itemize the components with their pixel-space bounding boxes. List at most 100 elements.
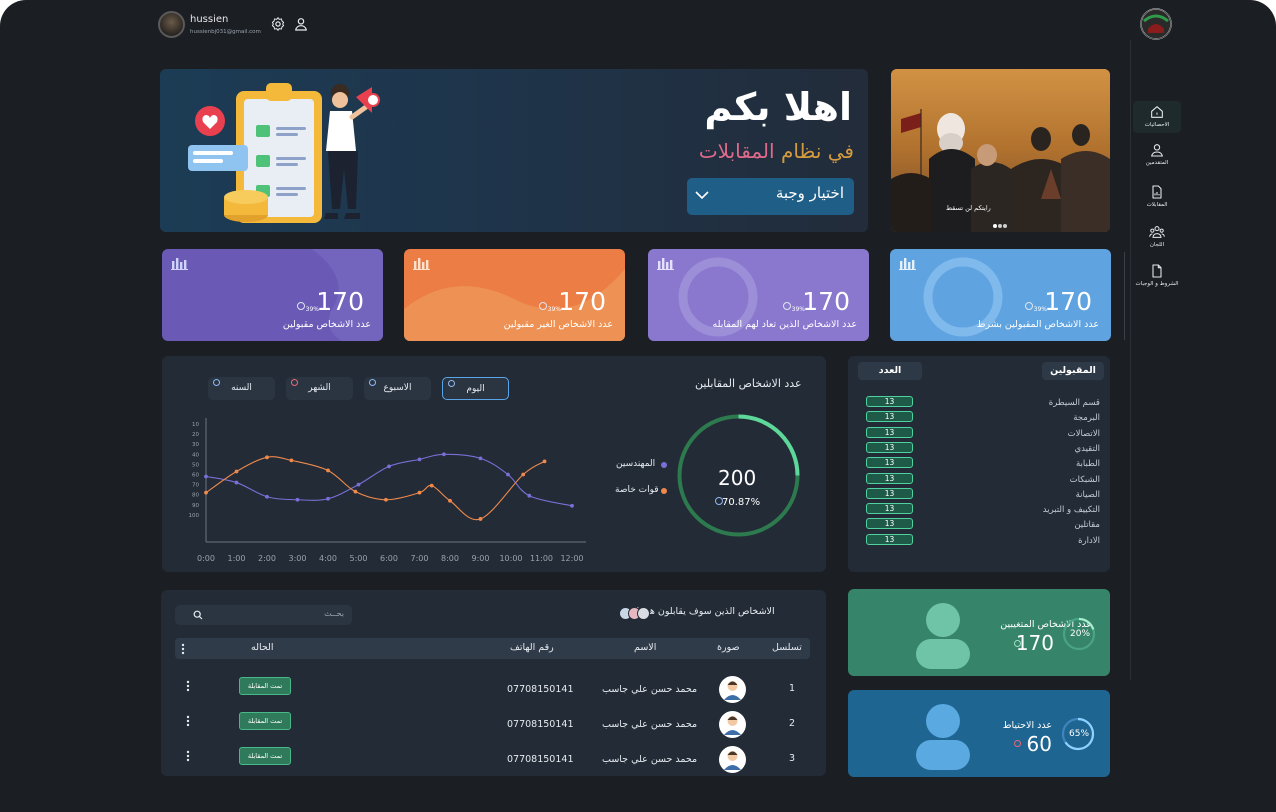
series-point-1 xyxy=(234,469,239,474)
carousel-dot[interactable] xyxy=(1003,224,1007,228)
x-tick-label: 0:00 xyxy=(197,554,215,563)
tab-today[interactable]: اليوم xyxy=(442,377,509,400)
user-avatar[interactable] xyxy=(158,11,185,38)
accepted-count-badge: 13 xyxy=(866,503,913,515)
sidebar-item-statistics[interactable]: الاحصائيات xyxy=(1133,101,1181,133)
y-tick-label: 10 xyxy=(192,422,199,428)
welcome-title: اهلا بكم xyxy=(704,85,852,129)
tab-week[interactable]: الاسبوع xyxy=(364,377,431,400)
person-silhouette-icon xyxy=(916,603,970,669)
row-status-button[interactable]: تمت المقابلة xyxy=(239,712,291,730)
stat-label: عدد الاشخاص مقبولين xyxy=(282,319,371,330)
series-point-1 xyxy=(204,490,208,495)
x-tick-label: 12:00 xyxy=(560,554,583,563)
user-email: hussienbj031@gmail.com xyxy=(190,29,261,35)
stat-label: عدد الاشخاص الغير مقبولين xyxy=(503,319,613,330)
bar-chart-icon xyxy=(657,258,674,270)
row-phone: 07708150141 xyxy=(507,754,574,765)
carousel-dot[interactable] xyxy=(998,224,1002,228)
welcome-subtitle-accent: المقابلات xyxy=(698,139,775,163)
series-point-0 xyxy=(478,456,483,461)
row-more-icon[interactable] xyxy=(184,680,192,692)
line-chart: 10 20 30 40 50 60 70 80 90 100 0:00 1:00 2:00 3:00 4:0… xyxy=(189,418,586,563)
sidebar-item-label: اللجان xyxy=(1149,242,1165,248)
search-icon xyxy=(193,610,203,620)
series-point-0 xyxy=(265,494,269,499)
sidebar-scroll-indicator xyxy=(1124,252,1125,340)
sidebar-item-label: الشروط و الوجبات xyxy=(1135,281,1179,287)
stat-percent: 39% xyxy=(305,306,319,313)
search-input[interactable]: بحــث xyxy=(175,605,352,625)
row-phone: 07708150141 xyxy=(507,719,574,730)
user-name: hussien xyxy=(190,14,229,25)
row-more-icon[interactable] xyxy=(184,750,192,762)
accepted-count-badge: 13 xyxy=(866,457,913,469)
accepted-row-label: الاتصالات xyxy=(1067,428,1100,439)
welcome-subtitle: في نظام المقابلات xyxy=(699,139,854,163)
trend-icon xyxy=(297,302,305,310)
tab-label: الشهر xyxy=(308,383,331,393)
column-name: الاسم xyxy=(634,642,657,653)
total-value: 200 xyxy=(718,466,757,490)
avatar xyxy=(637,607,650,620)
legend-label: المهندسين xyxy=(616,459,656,469)
stat-value: 170 xyxy=(802,287,850,316)
stat-percent: 39% xyxy=(1033,306,1047,313)
bar-chart-icon xyxy=(171,258,188,270)
more-vertical-icon[interactable] xyxy=(179,643,187,655)
sidebar-item-interviews[interactable]: المقابلات xyxy=(1133,184,1181,216)
person-avatar-icon xyxy=(724,681,741,700)
series-line-1 xyxy=(205,456,545,521)
y-tick-label: 60 xyxy=(192,473,199,479)
row-phone: 07708150141 xyxy=(507,684,574,695)
person-avatar-icon xyxy=(724,751,741,770)
series-point-1 xyxy=(448,498,452,503)
stat-card-reinterview: 170 39% عدد الاشخاص الذين تعاد لهم المقا… xyxy=(648,249,869,341)
x-tick-label: 7:00 xyxy=(411,554,429,563)
sidebar-item-conditions[interactable]: الشروط و الوجبات xyxy=(1133,263,1181,295)
y-tick-label: 80 xyxy=(192,493,199,499)
row-avatar xyxy=(719,676,746,703)
welcome-banner: اهلا بكم في نظام المقابلات اختيار وجبة xyxy=(160,69,868,232)
accepted-count-badge: 13 xyxy=(866,441,913,453)
tab-month[interactable]: الشهر xyxy=(286,377,353,400)
legend-special-forces: قوات خاصة xyxy=(615,485,659,495)
row-status-button[interactable]: تمت المقابلة xyxy=(239,677,291,695)
trend-icon xyxy=(1014,740,1021,747)
stat-card-accepted: 170 39% عدد الاشخاص مقبولين xyxy=(162,249,383,341)
meal-select-dropdown[interactable]: اختيار وجبة xyxy=(687,178,854,215)
sidebar-item-applicants[interactable]: المتقدمين xyxy=(1133,142,1181,174)
row-serial: 3 xyxy=(789,753,796,764)
tab-year[interactable]: السنه xyxy=(208,377,275,400)
row-serial: 2 xyxy=(789,718,796,729)
stat-value: 170 xyxy=(1044,287,1092,316)
stat-label: عدد الاشخاص المقبولين بشرط xyxy=(976,319,1099,330)
photo-caption: رايتكم لن تسقط xyxy=(946,204,991,212)
carousel-dot-active[interactable] xyxy=(993,224,997,228)
accepted-count-badge: 13 xyxy=(866,396,913,407)
x-tick-label: 5:00 xyxy=(350,554,368,563)
accepted-row-label: التكييف و التبريد xyxy=(1042,505,1100,516)
user-icon xyxy=(1151,144,1163,157)
sidebar-item-committees[interactable]: اللجان xyxy=(1133,224,1181,256)
absent-card: عدد الاشخاص المتغيبين 170 20% xyxy=(848,589,1110,676)
accepted-row-label: الصيانة xyxy=(1075,489,1100,500)
profile-icon[interactable] xyxy=(293,16,309,32)
accepted-count-badge: 13 xyxy=(866,533,913,545)
gear-icon[interactable] xyxy=(270,16,286,32)
row-more-icon[interactable] xyxy=(184,715,192,727)
y-tick-label: 100 xyxy=(189,513,200,519)
y-tick-label: 30 xyxy=(192,442,199,448)
accepted-row-label: قسم السيطرة xyxy=(1048,398,1100,408)
accepted-row-label: التقيدي xyxy=(1074,443,1101,454)
accepted-count-badge: 13 xyxy=(866,472,913,484)
y-tick-label: 70 xyxy=(192,483,199,489)
series-point-1 xyxy=(417,490,422,495)
x-tick-label: 1:00 xyxy=(228,554,246,563)
avatar-stack xyxy=(619,607,655,621)
row-name: محمد حسن علي جاسب xyxy=(602,754,698,765)
person-silhouette-icon xyxy=(916,704,970,770)
x-tick-label: 9:00 xyxy=(472,554,490,563)
row-avatar xyxy=(719,711,746,738)
row-status-button[interactable]: تمت المقابلة xyxy=(239,747,291,765)
